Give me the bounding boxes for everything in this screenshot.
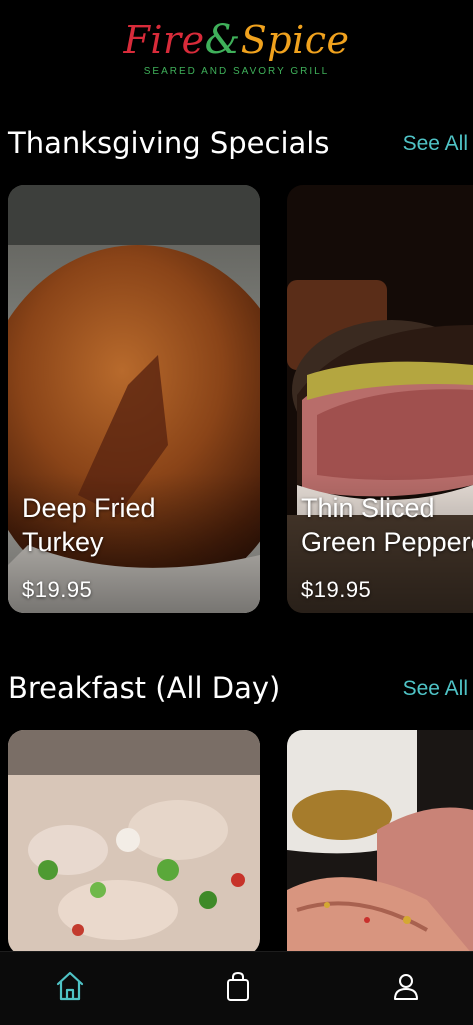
card-title-line2: Turkey — [22, 527, 104, 557]
section-title: Breakfast (All Day) — [8, 671, 281, 705]
nav-profile[interactable] — [386, 966, 426, 1006]
see-all-link[interactable]: See All — [403, 677, 468, 701]
card-title-line2: Green Peppercorn — [301, 527, 473, 557]
logo-word-fire: Fire — [123, 18, 205, 62]
nav-home[interactable] — [50, 966, 90, 1006]
user-icon — [394, 974, 418, 1000]
logo-title: Fire&Spice — [0, 18, 473, 62]
card-price: $19.95 — [301, 577, 372, 602]
logo-word-spice: Spice — [240, 18, 350, 62]
shopping-bag-icon — [227, 971, 249, 1001]
home-icon — [56, 971, 84, 1001]
section-header-breakfast: Breakfast (All Day) See All — [8, 669, 468, 709]
section-title: Thanksgiving Specials — [8, 126, 330, 160]
card-title: Thin Sliced Green Peppercorn — [301, 491, 473, 559]
bottom-nav — [0, 951, 473, 1025]
card-title-line1: Deep Fried — [22, 493, 156, 523]
menu-card-ham[interactable] — [287, 730, 473, 955]
section-header-thanksgiving: Thanksgiving Specials See All — [8, 124, 468, 164]
logo-tagline: SEARED AND SAVORY GRILL — [143, 66, 330, 77]
ham-image — [287, 730, 473, 955]
card-title-line1: Thin Sliced — [301, 493, 435, 523]
tuna-salad-image — [8, 730, 260, 955]
nav-cart[interactable] — [218, 966, 258, 1006]
logo-ampersand: & — [204, 17, 241, 63]
card-title: Deep Fried Turkey — [22, 491, 260, 559]
menu-card-thin-sliced-green-peppercorn[interactable]: Thin Sliced Green Peppercorn $19.95 — [287, 185, 473, 613]
menu-card-tuna-salad[interactable] — [8, 730, 260, 955]
card-price: $19.95 — [22, 577, 93, 602]
brand-logo: Fire&Spice SEARED AND SAVORY GRILL — [0, 18, 473, 77]
see-all-link[interactable]: See All — [403, 132, 468, 156]
menu-card-deep-fried-turkey[interactable]: Deep Fried Turkey $19.95 — [8, 185, 260, 613]
